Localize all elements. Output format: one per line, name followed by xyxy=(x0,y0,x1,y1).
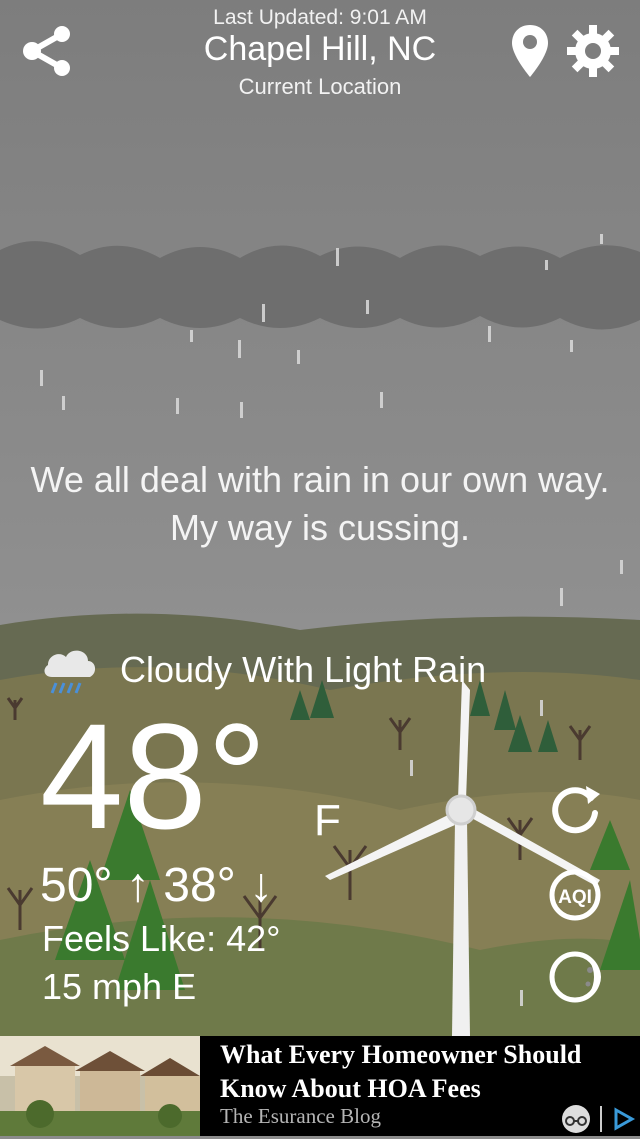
ad-title[interactable]: What Every Homeowner Should Know About H… xyxy=(220,1038,630,1106)
moon-icon xyxy=(549,951,601,1003)
ad-divider xyxy=(600,1106,602,1132)
ad-source: The Esurance Blog xyxy=(220,1104,381,1128)
location-button[interactable] xyxy=(508,22,552,80)
weather-quote: We all deal with rain in our own way. My… xyxy=(30,459,610,548)
location-pin-icon xyxy=(512,25,548,77)
gear-icon xyxy=(567,25,619,77)
high-low-temperatures: 50° ↑ 38° ↓ xyxy=(40,859,274,912)
top-bar: Last Updated: 9:01 AM Chapel Hill, NC Cu… xyxy=(0,0,640,110)
moon-phase-button[interactable] xyxy=(546,948,604,1006)
rain-cloud-icon xyxy=(44,650,96,694)
wind-text: 15 mph E xyxy=(42,966,197,1007)
ad-privacy-icon[interactable] xyxy=(560,1104,592,1134)
adchoices-icon[interactable] xyxy=(608,1104,636,1134)
feels-like-text: Feels Like: 42° xyxy=(42,918,281,959)
refresh-icon xyxy=(552,786,600,834)
refresh-button[interactable] xyxy=(546,780,604,838)
temperature-unit[interactable]: F xyxy=(314,796,341,846)
aqi-icon: AQI xyxy=(549,869,601,921)
current-temperature: 48° xyxy=(40,692,267,860)
ad-image xyxy=(0,1036,200,1136)
settings-button[interactable] xyxy=(564,22,622,80)
svg-text:AQI: AQI xyxy=(558,887,592,908)
aqi-button[interactable]: AQI xyxy=(546,866,604,924)
condition-text: Cloudy With Light Rain xyxy=(120,649,487,690)
condition-row: Cloudy With Light Rain xyxy=(40,642,486,698)
